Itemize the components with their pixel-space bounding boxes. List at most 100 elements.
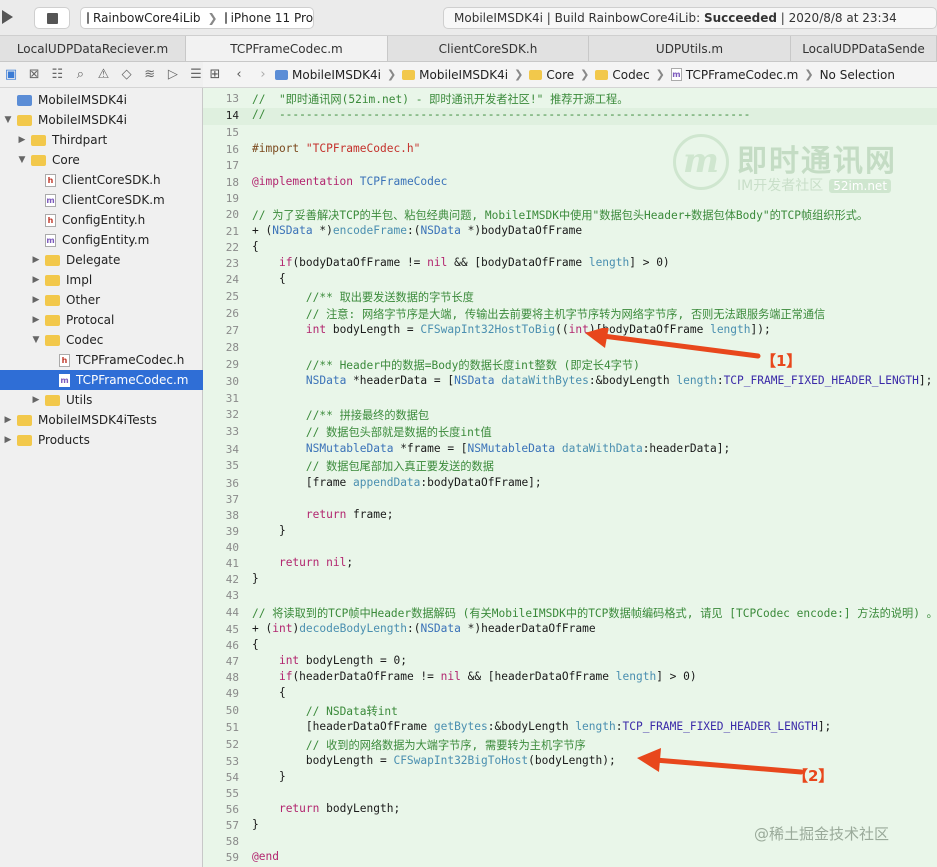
source-editor[interactable]: 13 14 16 18 20 21 22 23 24 25 26 27 29 30 32 33 34 35 36 38… xyxy=(203,88,937,867)
disclosure-open-icon[interactable]: ▼ xyxy=(30,335,42,345)
jump-bar-segment[interactable]: Core xyxy=(529,68,574,82)
navigator-item[interactable]: m ClientCoreSDK.m xyxy=(0,190,203,210)
juejin-watermark: @稀土掘金技术社区 xyxy=(754,825,890,843)
jump-bar-segment-label: Core xyxy=(546,67,575,82)
navigator-item[interactable]: ▶ Delegate xyxy=(0,250,203,270)
code-token: #import xyxy=(252,142,306,155)
navigator-item[interactable]: ▶ Products xyxy=(0,430,203,450)
navigator-item[interactable]: m TCPFrameCodec.m xyxy=(0,370,203,390)
code-token: CFSwapInt32HostToBig xyxy=(420,323,556,336)
navigator-item-label: MobileIMSDK4iTests xyxy=(38,413,157,427)
navigator-item[interactable]: ▶ Utils xyxy=(0,390,203,410)
code-token: NSMutableData xyxy=(305,442,394,455)
folder-icon xyxy=(45,274,60,286)
disclosure-closed-icon[interactable]: ▶ xyxy=(16,135,28,145)
line-number: 52 xyxy=(225,738,239,751)
code-line: // "即时通讯网(52im.net) - 即时通讯开发者社区!" 推荐开源工程… xyxy=(252,91,628,107)
code-token: ; xyxy=(346,556,354,569)
tab-0[interactable]: LocalUDPDataReciever.m xyxy=(0,36,186,61)
navigator-item[interactable]: ▶ Thirdpart xyxy=(0,130,203,150)
code-token: (bodyLength); xyxy=(528,754,616,767)
tab-2[interactable]: ClientCoreSDK.h xyxy=(388,36,589,61)
warning-icon[interactable]: ⚠ xyxy=(96,67,110,82)
back-arrow-icon[interactable]: ‹ xyxy=(227,67,251,82)
jump-bar-path: MobileIMSDK4i ❯ MobileIMSDK4i ❯ Core ❯ Codec ❯ m… xyxy=(275,68,895,82)
code-token: *frame = [ xyxy=(393,442,468,455)
code-token: nil xyxy=(440,670,461,683)
line-number: 48 xyxy=(225,671,239,684)
navigator-item[interactable]: ▶ Protocal xyxy=(0,310,203,330)
status-project: MobileIMSDK4i | Build RainbowCore4iLib: xyxy=(454,11,701,25)
code-token: (( xyxy=(555,323,569,336)
code-token: if xyxy=(278,256,293,269)
code-line: NSData *headerData = [NSData dataWithByt… xyxy=(252,374,932,387)
code-token: @implementation xyxy=(252,175,354,188)
run-button[interactable] xyxy=(0,9,16,27)
code-token: dataWithData xyxy=(561,442,643,455)
code-token: *)headerDataOfFrame xyxy=(460,622,596,635)
related-items-icon[interactable]: ⊞ xyxy=(203,67,227,82)
source-control-icon[interactable]: ⊠ xyxy=(27,67,41,82)
chevron-right-icon: ❯ xyxy=(580,68,590,81)
navigator-item[interactable]: h ClientCoreSDK.h xyxy=(0,170,203,190)
code-token: // 注意: 网络字节序是大端, 传输出去前要将主机字节序转为网络字节序, 否则… xyxy=(305,308,826,321)
breakpoint-icon[interactable]: ▷ xyxy=(166,67,180,82)
disclosure-closed-icon[interactable]: ▶ xyxy=(30,275,42,285)
jump-bar-segment[interactable]: No Selection xyxy=(820,68,895,82)
test-icon[interactable]: ◇ xyxy=(120,67,134,82)
navigator-item[interactable]: ▶ Other xyxy=(0,290,203,310)
navigator-item[interactable]: MobileIMSDK4i xyxy=(0,90,203,110)
jump-bar-segment[interactable]: m TCPFrameCodec.m xyxy=(670,68,798,82)
code-token: appendData xyxy=(353,476,421,489)
navigator-item[interactable]: ▶ Impl xyxy=(0,270,203,290)
disclosure-open-icon[interactable]: ▼ xyxy=(2,115,14,125)
code-token: :&bodyLength xyxy=(487,720,576,733)
navigator-item[interactable]: h TCPFrameCodec.h xyxy=(0,350,203,370)
folder-icon[interactable]: ▣ xyxy=(4,67,18,82)
report-icon[interactable]: ☰ xyxy=(189,67,203,82)
navigator-item[interactable]: m ConfigEntity.m xyxy=(0,230,203,250)
disclosure-closed-icon[interactable]: ▶ xyxy=(30,315,42,325)
stop-button[interactable] xyxy=(34,7,70,29)
navigator-item[interactable]: ▼ Codec xyxy=(0,330,203,350)
jump-bar: ⊞ ‹ › MobileIMSDK4i ❯ MobileIMSDK4i ❯ Core ❯ C… xyxy=(203,62,937,88)
project-navigator: MobileIMSDK4i ▼ MobileIMSDK4i ▶ Thirdpart ▼ Co… xyxy=(0,88,203,867)
navigator-item[interactable]: ▼ Core xyxy=(0,150,203,170)
line-number: 37 xyxy=(225,493,239,506)
disclosure-closed-icon[interactable]: ▶ xyxy=(30,295,42,305)
implementation-file-icon: m xyxy=(45,233,56,247)
disclosure-closed-icon[interactable]: ▶ xyxy=(2,435,14,445)
chevron-right-icon: ❯ xyxy=(514,68,524,81)
line-number: 21 xyxy=(225,225,239,238)
jump-bar-segment[interactable]: Codec xyxy=(595,68,650,82)
disclosure-closed-icon[interactable]: ▶ xyxy=(30,395,42,405)
code-line: NSMutableData *frame = [NSMutableData da… xyxy=(252,442,730,455)
scheme-selector[interactable]: RainbowCore4iLib ❯ iPhone 11 Pro xyxy=(80,7,314,29)
jump-bar-segment[interactable]: MobileIMSDK4i xyxy=(275,68,381,82)
debug-icon[interactable]: ≋ xyxy=(143,67,157,82)
find-icon[interactable]: ⌕ xyxy=(73,67,87,82)
disclosure-closed-icon[interactable]: ▶ xyxy=(30,255,42,265)
folder-icon xyxy=(17,114,32,126)
navigator-item[interactable]: h ConfigEntity.h xyxy=(0,210,203,230)
tab-1[interactable]: TCPFrameCodec.m xyxy=(186,36,388,61)
line-number: 56 xyxy=(225,803,239,816)
code-line: { xyxy=(252,240,259,253)
disclosure-closed-icon[interactable]: ▶ xyxy=(2,415,14,425)
line-number: 22 xyxy=(225,241,239,254)
line-number: 17 xyxy=(225,159,239,172)
jump-bar-segment[interactable]: MobileIMSDK4i xyxy=(402,68,508,82)
callout-label-1: 【1】 xyxy=(761,352,802,370)
disclosure-open-icon[interactable]: ▼ xyxy=(16,155,28,165)
forward-arrow-icon[interactable]: › xyxy=(251,67,275,82)
hierarchy-icon[interactable]: ☷ xyxy=(50,67,64,82)
navigator-item[interactable]: ▼ MobileIMSDK4i xyxy=(0,110,203,130)
tab-4[interactable]: LocalUDPDataSende xyxy=(791,36,937,61)
navigator-item[interactable]: ▶ MobileIMSDK4iTests xyxy=(0,410,203,430)
tab-3[interactable]: UDPUtils.m xyxy=(589,36,791,61)
line-number: 23 xyxy=(225,257,239,270)
code-token: TCP_FRAME_FIXED_HEADER_LENGTH xyxy=(622,720,818,733)
status-time: | 2020/8/8 at 23:34 xyxy=(780,11,897,25)
code-token: } xyxy=(252,818,259,831)
